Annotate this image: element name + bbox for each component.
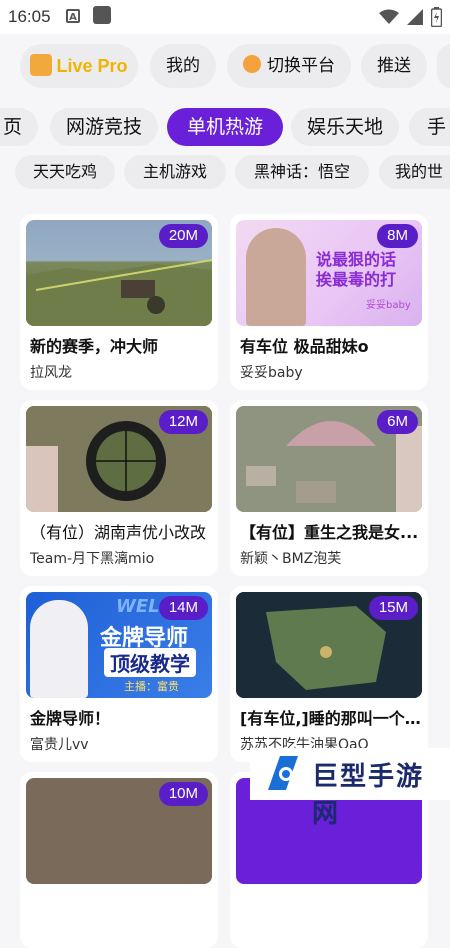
wifi-icon	[379, 9, 399, 24]
stream-title: 金牌导师！	[30, 709, 111, 728]
viewer-count-badge: 6M	[377, 410, 418, 434]
stream-thumbnail: 12M	[26, 406, 212, 512]
tab-category-4-label: 手	[427, 116, 447, 138]
stream-card[interactable]: 12M （有位）湖南声优小改改 Team-月下黑漓mio	[20, 400, 218, 576]
mine-button[interactable]: 我的	[150, 44, 216, 88]
viewer-count-badge: 10M	[158, 782, 208, 806]
stream-card[interactable]: 说最狠的话 挨最毒的打 妥妥baby 8M 有车位 极品甜妹o 妥妥baby	[230, 214, 428, 390]
watermark-text: 巨型手游网	[312, 762, 425, 829]
subtab-2-label: 黑神话：悟空	[253, 162, 350, 181]
tab-category-3-label: 娱乐天地	[306, 116, 383, 138]
stream-card[interactable]: 6M 【有位】重生之我是女... 新颖丶BMZ泡芙	[230, 400, 428, 576]
live-pro-button[interactable]: Live Pro	[20, 44, 138, 88]
stream-card[interactable]: 20M 新的赛季，冲大师 拉风龙	[20, 214, 218, 390]
live-pro-label: Live Pro	[56, 56, 128, 76]
top-nav: Live Pro 我的 切换平台 推送	[0, 34, 450, 104]
viewer-count-badge: 12M	[158, 410, 208, 434]
streamer-name: 拉风龙	[30, 365, 72, 381]
stream-title: 【有位】重生之我是女...	[240, 523, 419, 542]
notification-app-icon	[93, 6, 111, 24]
subtab-1[interactable]: 主机游戏	[124, 155, 226, 189]
stream-title: 新的赛季，冲大师	[30, 337, 159, 356]
status-bar: 16:05 A	[0, 0, 450, 34]
thumbnail-caption-2: 顶级教学	[104, 648, 196, 677]
mine-label: 我的	[166, 56, 200, 76]
subtab-2[interactable]: 黑神话：悟空	[235, 155, 369, 189]
thumbnail-subcaption: 妥妥baby	[366, 300, 411, 311]
watermark-logo-icon	[268, 756, 298, 790]
switch-platform-button[interactable]: 切换平台	[227, 44, 351, 88]
subtab-0[interactable]: 天天吃鸡	[15, 155, 115, 189]
stream-thumbnail: 10M	[26, 778, 212, 884]
stream-thumbnail: 20M	[26, 220, 212, 326]
subtab-3-label: 我的世	[395, 162, 444, 181]
status-time: 16:05	[8, 7, 51, 26]
signal-icon	[407, 9, 423, 25]
stream-title: [有车位,]睡的那叫一个...	[240, 709, 422, 728]
stream-thumbnail: 15M	[236, 592, 422, 698]
thumbnail-caption: 说最狠的话 挨最毒的打	[316, 250, 397, 289]
stream-card[interactable]: 15M [有车位,]睡的那叫一个... 苏苏不吃牛油果QaQ	[230, 586, 428, 762]
subtab-1-label: 主机游戏	[142, 162, 207, 181]
switch-platform-icon	[243, 55, 261, 73]
tab-category-3[interactable]: 娱乐天地	[291, 108, 399, 146]
viewer-count-badge: 14M	[158, 596, 208, 620]
subtab-0-label: 天天吃鸡	[32, 162, 97, 181]
crown-icon	[30, 54, 53, 76]
tab-category-0[interactable]: 页	[0, 108, 38, 146]
push-label: 推送	[377, 56, 411, 76]
more-nav-button[interactable]	[437, 44, 450, 88]
site-watermark: 巨型手游网	[250, 748, 450, 829]
stream-thumbnail: WELC 金牌导师 顶级教学 主播：富贵 14M	[26, 592, 212, 698]
tab-category-2-label: 单机热游	[186, 116, 263, 138]
thumbnail-subcaption: 主播：富贵	[124, 680, 179, 693]
stream-thumbnail: 说最狠的话 挨最毒的打 妥妥baby 8M	[236, 220, 422, 326]
category-tabs: 页 网游竞技 单机热游 娱乐天地 手	[0, 104, 450, 150]
viewer-count-badge: 8M	[377, 224, 418, 248]
streamer-photo	[30, 600, 88, 698]
tab-category-2[interactable]: 单机热游	[167, 108, 283, 146]
tab-category-4[interactable]: 手	[409, 108, 450, 146]
push-button[interactable]: 推送	[361, 44, 427, 88]
tab-category-0-label: 页	[2, 116, 22, 138]
battery-icon	[431, 7, 442, 27]
notification-a-icon: A	[66, 9, 80, 23]
viewer-count-badge: 20M	[158, 224, 208, 248]
subcategory-tabs: 天天吃鸡 主机游戏 黑神话：悟空 我的世	[0, 155, 450, 191]
stream-thumbnail: 6M	[236, 406, 422, 512]
stream-card[interactable]: WELC 金牌导师 顶级教学 主播：富贵 14M 金牌导师！ 富贵儿vv	[20, 586, 218, 762]
subtab-3[interactable]: 我的世	[379, 155, 450, 189]
streamer-name: 新颖丶BMZ泡芙	[240, 551, 342, 567]
streamer-name: 富贵儿vv	[30, 737, 89, 753]
stream-title: 有车位 极品甜妹o	[240, 337, 369, 356]
stream-card[interactable]: 10M	[20, 772, 218, 948]
streamer-name: Team-月下黑漓mio	[30, 551, 155, 567]
switch-platform-label: 切换平台	[267, 56, 335, 76]
tab-category-1[interactable]: 网游竞技	[50, 108, 158, 146]
streamer-photo	[246, 228, 306, 326]
tab-category-1-label: 网游竞技	[65, 116, 142, 138]
stream-title: （有位）湖南声优小改改	[30, 523, 207, 542]
streamer-name: 妥妥baby	[240, 365, 303, 381]
viewer-count-badge: 15M	[368, 596, 418, 620]
